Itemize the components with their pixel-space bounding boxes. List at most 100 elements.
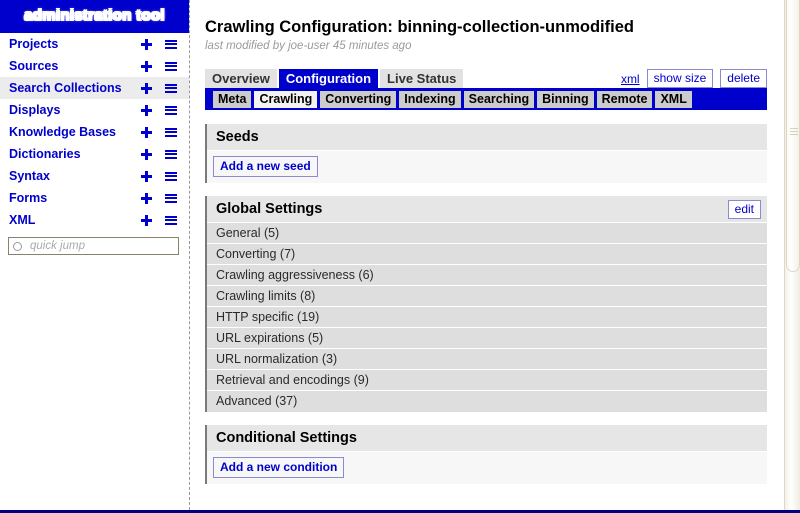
hamburger-icon[interactable] bbox=[165, 105, 177, 115]
subtab-crawling[interactable]: Crawling bbox=[254, 90, 318, 108]
global-settings-list: General (5) Converting (7) Crawling aggr… bbox=[207, 223, 767, 412]
list-item[interactable]: Crawling aggressiveness (6) bbox=[207, 265, 767, 286]
plus-icon[interactable] bbox=[141, 38, 152, 50]
sidebar-item-label: XML bbox=[9, 213, 36, 227]
seeds-panel-header: Seeds bbox=[207, 124, 767, 151]
sidebar-item-syntax[interactable]: Syntax bbox=[0, 165, 189, 187]
seeds-panel-body: Add a new seed bbox=[207, 151, 767, 183]
sidebar-item-displays[interactable]: Displays bbox=[0, 99, 189, 121]
global-settings-panel-title: Global Settings bbox=[216, 201, 323, 217]
tab-configuration[interactable]: Configuration bbox=[278, 69, 379, 88]
plus-icon[interactable] bbox=[141, 214, 152, 226]
sidebar-item-search-collections[interactable]: Search Collections bbox=[0, 77, 189, 99]
plus-icon[interactable] bbox=[141, 126, 152, 138]
subtab-binning[interactable]: Binning bbox=[537, 90, 594, 108]
hamburger-icon[interactable] bbox=[165, 39, 177, 49]
tab-live-status[interactable]: Live Status bbox=[380, 69, 464, 88]
plus-icon[interactable] bbox=[141, 170, 152, 182]
sidebar-item-label: Search Collections bbox=[9, 81, 122, 95]
subtab-searching[interactable]: Searching bbox=[463, 90, 535, 108]
add-new-condition-button[interactable]: Add a new condition bbox=[213, 457, 345, 478]
sidebar-item-knowledge-bases[interactable]: Knowledge Bases bbox=[0, 121, 189, 143]
hamburger-icon[interactable] bbox=[165, 149, 177, 159]
sidebar-item-forms[interactable]: Forms bbox=[0, 187, 189, 209]
hamburger-icon[interactable] bbox=[165, 215, 177, 225]
sidebar-item-sources[interactable]: Sources bbox=[0, 55, 189, 77]
quick-jump-field[interactable] bbox=[8, 237, 179, 255]
plus-icon[interactable] bbox=[141, 148, 152, 160]
scrollbar-grip-icon bbox=[790, 128, 798, 135]
circle-icon bbox=[13, 241, 22, 251]
subtab-meta[interactable]: Meta bbox=[213, 90, 252, 108]
list-item[interactable]: URL expirations (5) bbox=[207, 328, 767, 349]
sidebar-item-icons bbox=[141, 214, 181, 226]
sidebar-item-xml[interactable]: XML bbox=[0, 209, 189, 231]
plus-icon[interactable] bbox=[141, 82, 152, 94]
page-subtitle: last modified by joe-user 45 minutes ago bbox=[205, 40, 412, 52]
sidebar-item-icons bbox=[141, 192, 181, 204]
conditional-settings-panel-title: Conditional Settings bbox=[216, 430, 357, 446]
global-settings-panel: Global Settings edit General (5) Convert… bbox=[205, 196, 767, 412]
xml-link[interactable]: xml bbox=[621, 72, 640, 86]
hamburger-icon[interactable] bbox=[165, 127, 177, 137]
sidebar-item-projects[interactable]: Projects bbox=[0, 33, 189, 55]
edit-button[interactable]: edit bbox=[727, 199, 761, 219]
add-new-seed-button[interactable]: Add a new seed bbox=[213, 156, 318, 177]
conditional-settings-panel-body: Add a new condition bbox=[207, 452, 767, 484]
sidebar-item-dictionaries[interactable]: Dictionaries bbox=[0, 143, 189, 165]
vertical-scrollbar[interactable] bbox=[784, 0, 800, 510]
list-item[interactable]: Advanced (37) bbox=[207, 391, 767, 412]
list-item[interactable]: Crawling limits (8) bbox=[207, 286, 767, 307]
sidebar-item-label: Knowledge Bases bbox=[9, 125, 116, 139]
plus-icon[interactable] bbox=[141, 60, 152, 72]
conditional-settings-panel-header: Conditional Settings bbox=[207, 425, 767, 452]
primary-tab-bar: Overview Configuration Live Status xml s… bbox=[205, 69, 767, 88]
sidebar-item-icons bbox=[141, 104, 181, 116]
sidebar-nav-list: Projects Sources Search Collections Disp… bbox=[0, 33, 189, 231]
seeds-panel-title: Seeds bbox=[216, 129, 259, 145]
sidebar-item-label: Sources bbox=[9, 59, 59, 73]
tab-overview[interactable]: Overview bbox=[205, 69, 277, 88]
secondary-tab-bar: Meta Crawling Converting Indexing Search… bbox=[205, 88, 767, 110]
list-item[interactable]: Retrieval and encodings (9) bbox=[207, 370, 767, 391]
sidebar-item-icons bbox=[141, 38, 181, 50]
sidebar-brand-header: administration tool bbox=[0, 0, 189, 33]
hamburger-icon[interactable] bbox=[165, 193, 177, 203]
sidebar-item-icons bbox=[141, 82, 181, 94]
sidebar-item-label: Dictionaries bbox=[9, 147, 81, 161]
sidebar-item-icons bbox=[141, 60, 181, 72]
subtab-converting[interactable]: Converting bbox=[320, 90, 397, 108]
global-settings-panel-header: Global Settings edit bbox=[207, 196, 767, 223]
page-title: Crawling Configuration: binning-collecti… bbox=[205, 18, 634, 36]
plus-icon[interactable] bbox=[141, 192, 152, 204]
scrollbar-thumb[interactable] bbox=[786, 0, 800, 272]
conditional-settings-panel: Conditional Settings Add a new condition bbox=[205, 425, 767, 484]
list-item[interactable]: URL normalization (3) bbox=[207, 349, 767, 370]
delete-button[interactable]: delete bbox=[720, 69, 767, 88]
admin-tool-window: administration tool Projects Sources Sea… bbox=[0, 0, 800, 513]
subtab-remote[interactable]: Remote bbox=[596, 90, 653, 108]
subtab-indexing[interactable]: Indexing bbox=[399, 90, 461, 108]
tab-actions: xml show size delete bbox=[621, 69, 767, 88]
list-item[interactable]: Converting (7) bbox=[207, 244, 767, 265]
seeds-panel: Seeds Add a new seed bbox=[205, 124, 767, 183]
main-content: Crawling Configuration: binning-collecti… bbox=[191, 0, 779, 510]
plus-icon[interactable] bbox=[141, 104, 152, 116]
sidebar-item-label: Syntax bbox=[9, 169, 50, 183]
sidebar-item-icons bbox=[141, 126, 181, 138]
sidebar-item-label: Projects bbox=[9, 37, 59, 51]
sidebar-item-label: Displays bbox=[9, 103, 61, 117]
hamburger-icon[interactable] bbox=[165, 83, 177, 93]
quick-jump-input[interactable] bbox=[28, 239, 174, 253]
hamburger-icon[interactable] bbox=[165, 61, 177, 71]
list-item[interactable]: HTTP specific (19) bbox=[207, 307, 767, 328]
brand-title: administration tool bbox=[24, 7, 165, 24]
subtab-xml[interactable]: XML bbox=[655, 90, 692, 108]
list-item[interactable]: General (5) bbox=[207, 223, 767, 244]
show-size-button[interactable]: show size bbox=[646, 69, 714, 88]
sidebar-item-label: Forms bbox=[9, 191, 48, 205]
sidebar: administration tool Projects Sources Sea… bbox=[0, 0, 190, 510]
sidebar-item-icons bbox=[141, 148, 181, 160]
sidebar-item-icons bbox=[141, 170, 181, 182]
hamburger-icon[interactable] bbox=[165, 171, 177, 181]
